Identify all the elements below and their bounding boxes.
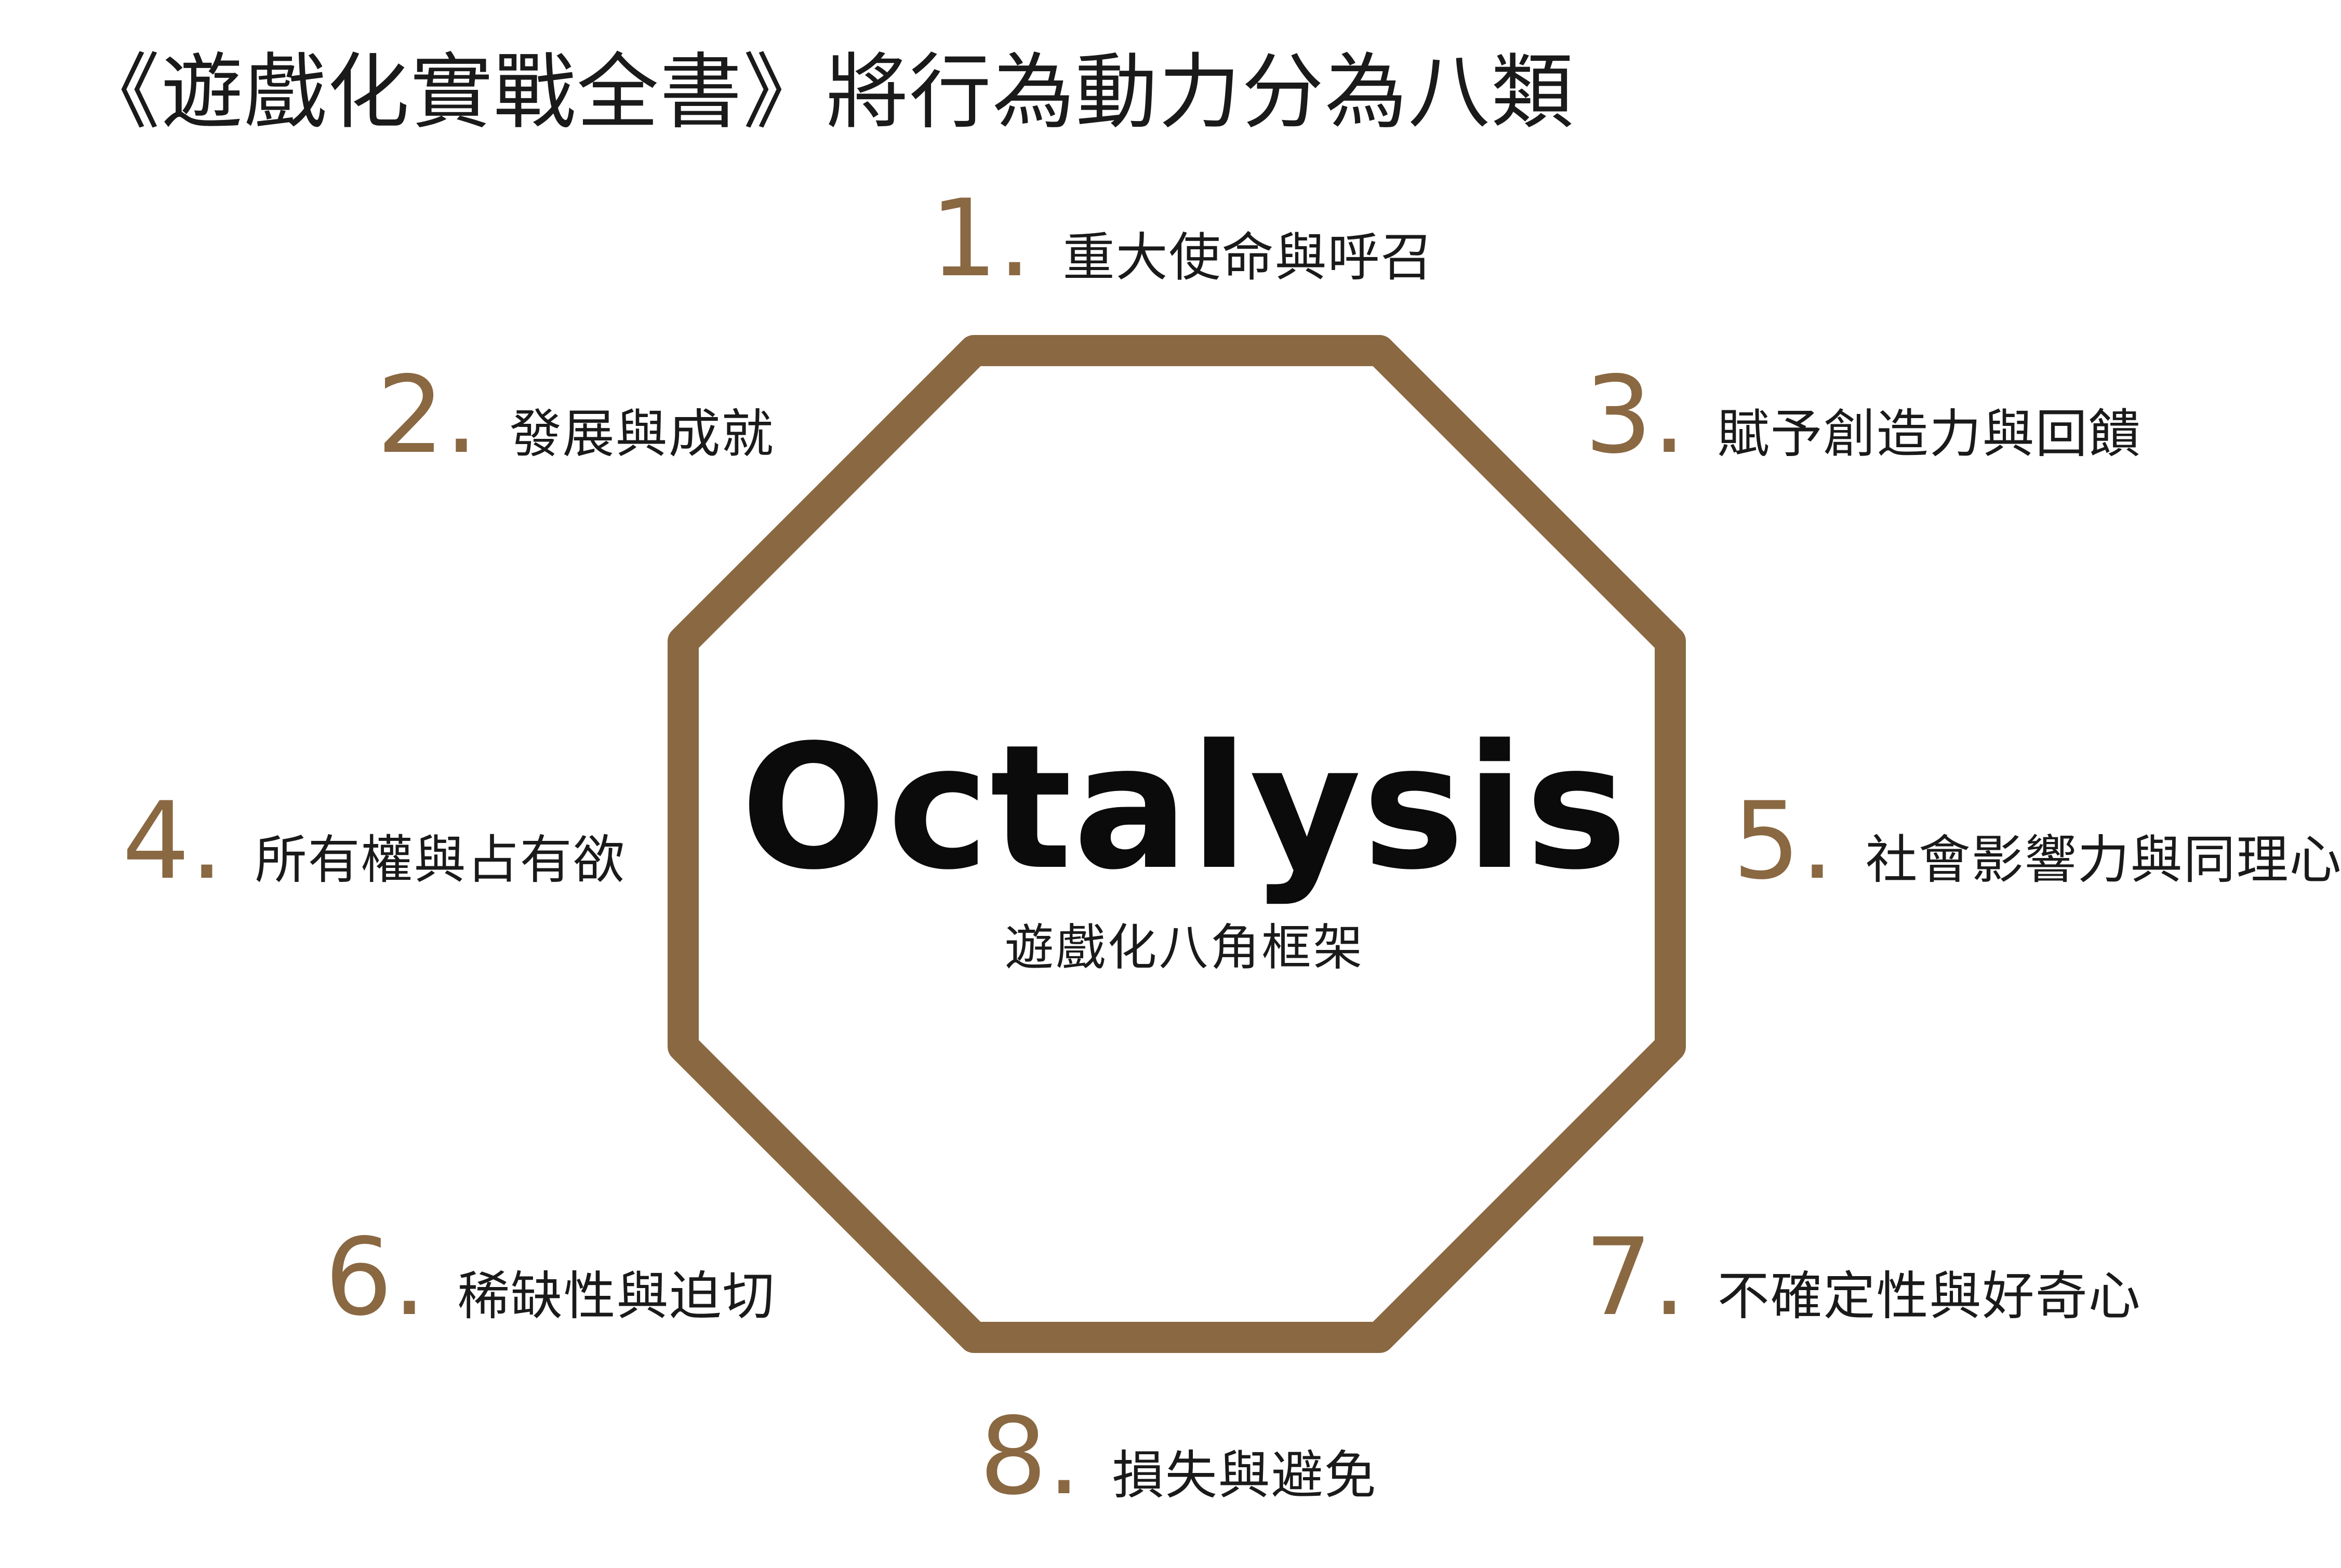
drive-label: 損失與避免 <box>1112 1445 1377 1506</box>
drive-label: 不確定性與好奇心 <box>1717 1266 2142 1326</box>
drive-item-4: 4. 所有權與占有欲 <box>122 782 626 901</box>
drive-label: 所有權與占有欲 <box>255 829 626 890</box>
drive-label: 重大使命與呼召 <box>1062 227 1434 288</box>
drive-number: 5. <box>1733 780 1834 903</box>
drive-number: 7. <box>1585 1216 1686 1339</box>
drive-item-5: 5. 社會影響力與同理心 <box>1733 782 2341 901</box>
drive-label: 賦予創造力與回饋 <box>1717 404 2142 464</box>
drive-label: 社會影響力與同理心 <box>1865 829 2341 890</box>
center-subtitle: 遊戲化八角框架 <box>1004 919 1365 976</box>
drive-number: 8. <box>979 1395 1081 1519</box>
drive-item-7: 7. 不確定性與好奇心 <box>1585 1218 2142 1337</box>
center-title: Octalysis <box>740 708 1629 907</box>
drive-item-3: 3. 賦予創造力與回饋 <box>1585 356 2142 475</box>
drive-item-8: 8. 損失與避免 <box>979 1397 1377 1517</box>
drive-number: 1. <box>930 177 1032 301</box>
drive-item-2: 2. 發展與成就 <box>377 356 775 475</box>
drive-number: 3. <box>1585 354 1686 477</box>
drive-item-6: 6. 稀缺性與迫切 <box>325 1218 776 1337</box>
drive-number: 6. <box>325 1216 427 1339</box>
drive-number: 2. <box>377 354 478 477</box>
drive-number: 4. <box>122 780 224 903</box>
drive-label: 稀缺性與迫切 <box>457 1266 776 1326</box>
drive-label: 發展與成就 <box>509 404 775 464</box>
drive-item-1: 1. 重大使命與呼召 <box>930 179 1434 299</box>
